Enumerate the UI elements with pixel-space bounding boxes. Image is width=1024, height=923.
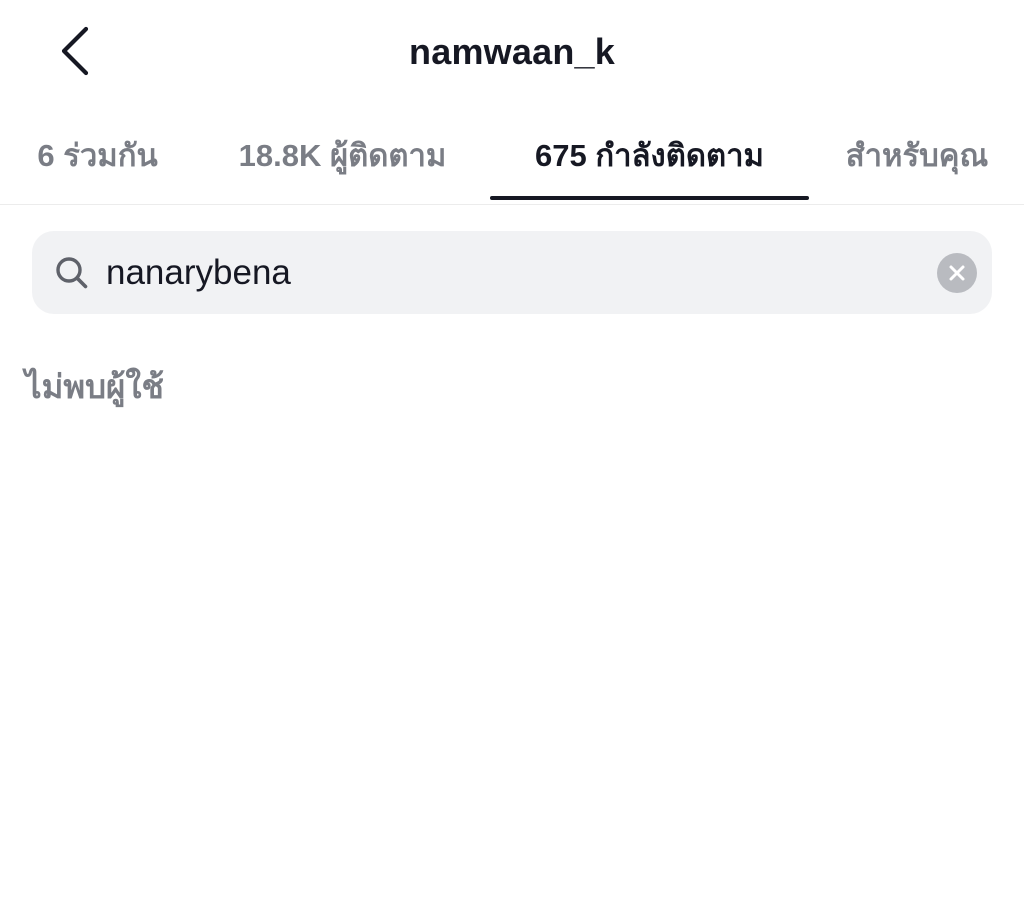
search-input[interactable] xyxy=(106,245,906,300)
clear-icon xyxy=(949,265,965,281)
top-bar: namwaan_k xyxy=(0,0,1024,105)
tab-for-you[interactable]: สำหรับคุณ xyxy=(832,105,1002,205)
tab-mutual[interactable]: 6 ร่วมกัน xyxy=(20,105,175,205)
following-search-screen: namwaan_k 6 ร่วมกัน 18.8K ผู้ติดตาม 675 … xyxy=(0,0,1024,923)
no-users-found-message: ไม่พบผู้ใช้ xyxy=(25,368,164,405)
tab-followers[interactable]: 18.8K ผู้ติดตาม xyxy=(220,105,465,205)
page-title: namwaan_k xyxy=(409,31,615,72)
tab-following[interactable]: 675 กำลังติดตาม xyxy=(490,105,809,205)
tab-bar: 6 ร่วมกัน 18.8K ผู้ติดตาม 675 กำลังติดตา… xyxy=(0,105,1024,205)
search-bar xyxy=(32,231,992,314)
clear-search-button[interactable] xyxy=(937,253,977,293)
search-icon xyxy=(56,257,88,289)
active-tab-indicator xyxy=(490,196,809,200)
